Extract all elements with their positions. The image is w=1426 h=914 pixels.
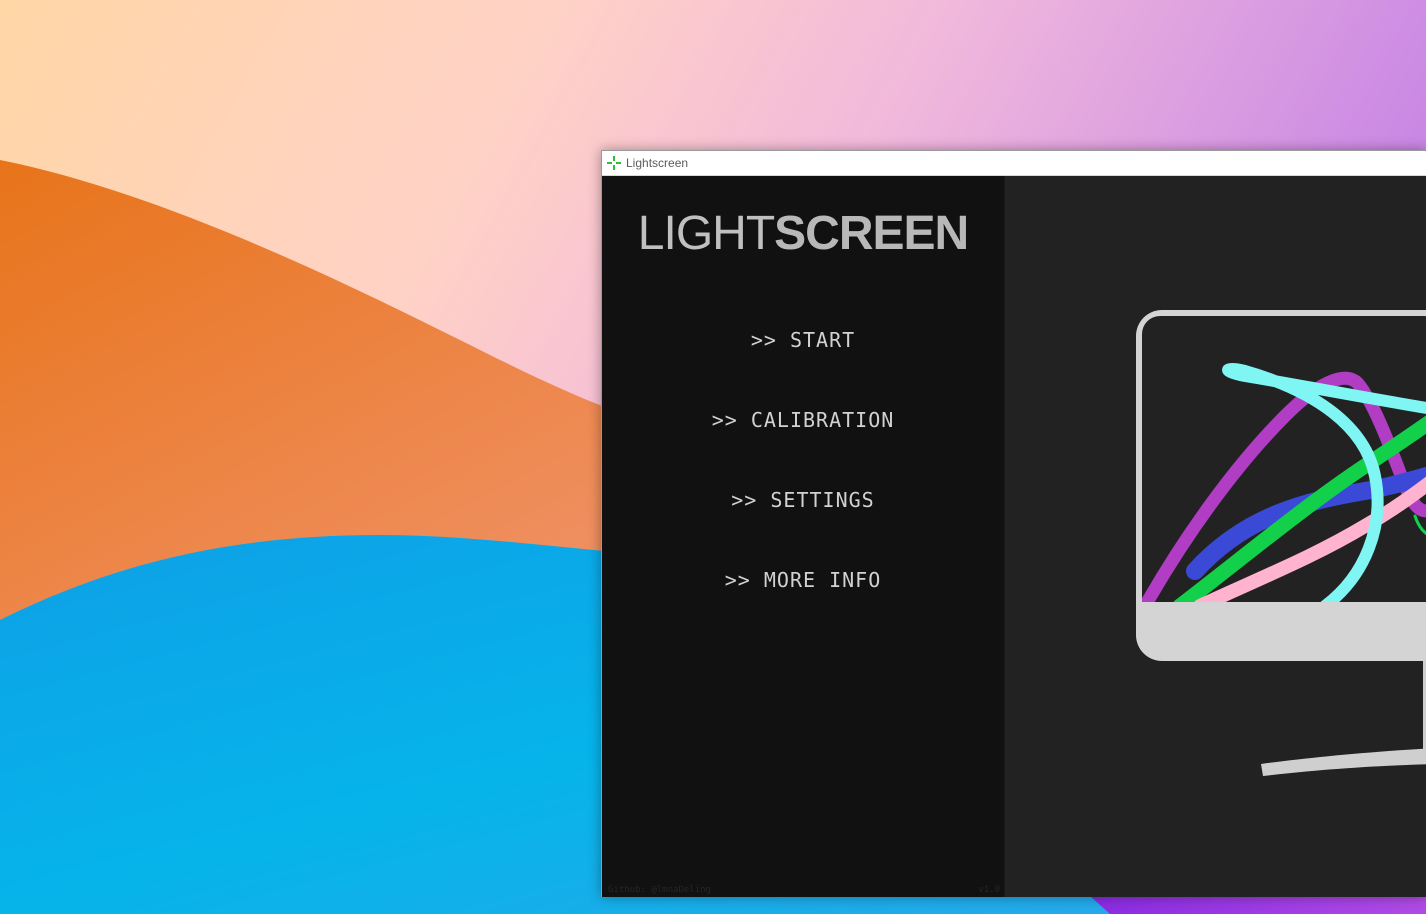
green-crosshair-icon [607,156,621,170]
logo-light-text: LIGHT [637,207,775,260]
lightscreen-window: Lightscreen LIGHTSCREEN >> START >> CALI… [601,150,1426,897]
menu-settings-button[interactable]: >> SETTINGS [602,486,1004,514]
monitor-stand-base [1261,748,1426,776]
menu-more-info-button[interactable]: >> MORE INFO [602,566,1004,594]
app-logo: LIGHTSCREEN [602,204,1004,264]
window-title: Lightscreen [626,156,689,170]
logo-screen-text: SCREEN [774,207,969,260]
footer-version: v1.0 [978,885,1000,895]
preview-pane [1004,176,1426,897]
title-bar[interactable]: Lightscreen [602,151,1426,176]
menu-start-button[interactable]: >> START [602,326,1004,354]
sidebar: LIGHTSCREEN >> START >> CALIBRATION >> S… [602,176,1004,897]
footer-credit: Github: @lmnaDeling [608,885,711,895]
monitor-with-colored-strokes-icon [1136,310,1426,776]
menu-calibration-button[interactable]: >> CALIBRATION [602,406,1004,434]
